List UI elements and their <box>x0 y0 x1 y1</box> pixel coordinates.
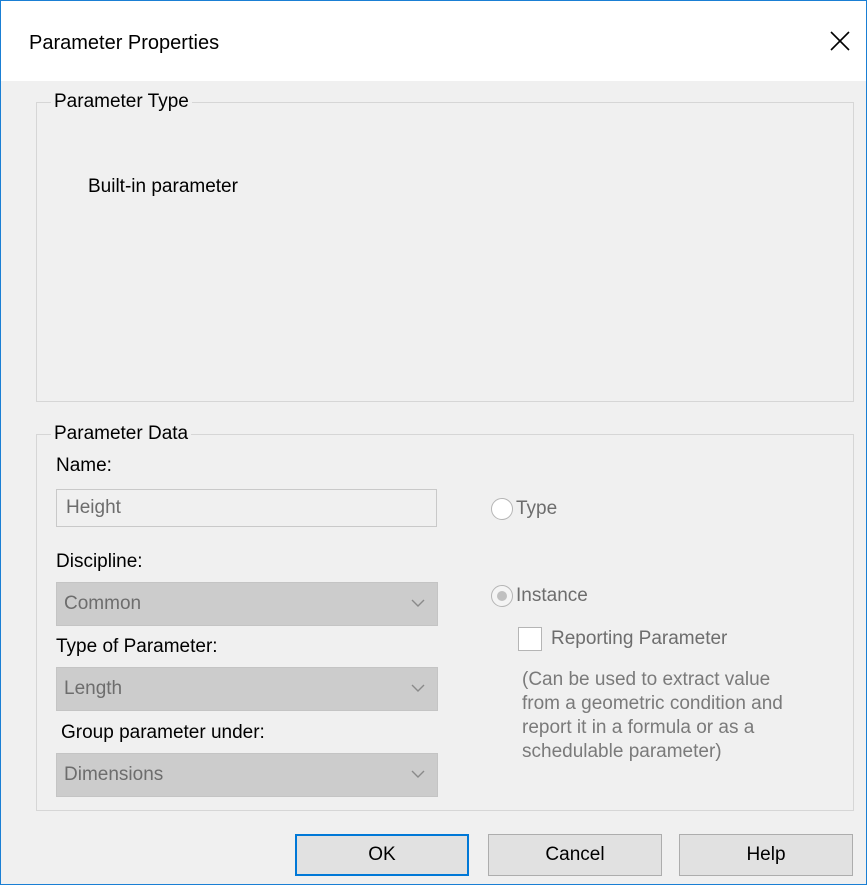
instance-radio-label: Instance <box>516 585 588 606</box>
type-radio[interactable]: Type <box>491 498 557 520</box>
type-of-parameter-dropdown[interactable]: Length <box>56 667 438 711</box>
discipline-label: Discipline: <box>56 551 143 572</box>
title-bar: Parameter Properties <box>1 1 866 81</box>
note-line: from a geometric condition and <box>522 693 783 714</box>
reporting-parameter-checkbox[interactable]: Reporting Parameter <box>518 627 727 651</box>
name-label: Name: <box>56 455 112 476</box>
discipline-value: Common <box>64 593 142 614</box>
note-line: (Can be used to extract value <box>522 669 771 690</box>
name-field[interactable]: Height <box>56 489 437 527</box>
discipline-dropdown[interactable]: Common <box>56 582 438 626</box>
chevron-down-icon <box>411 684 425 692</box>
note-line: schedulable parameter) <box>522 741 722 762</box>
dialog-title: Parameter Properties <box>29 32 220 54</box>
chevron-down-icon <box>411 770 425 778</box>
instance-radio[interactable]: Instance <box>491 585 588 607</box>
type-radio-circle[interactable] <box>491 498 513 520</box>
note-line: report it in a formula or as a <box>522 717 755 738</box>
cancel-button[interactable]: Cancel <box>488 834 662 876</box>
reporting-checkbox-box[interactable] <box>518 627 542 651</box>
parameter-type-group: Parameter Type <box>36 91 854 402</box>
ok-button[interactable]: OK <box>295 834 469 876</box>
group-parameter-label: Group parameter under: <box>61 722 265 743</box>
type-radio-label: Type <box>516 498 558 519</box>
chevron-down-icon <box>411 599 425 607</box>
reporting-parameter-note: (Can be used to extract value from a geo… <box>522 668 842 764</box>
close-button[interactable] <box>812 19 866 63</box>
builtin-parameter-label: Built-in parameter <box>88 176 238 197</box>
type-of-parameter-value: Length <box>64 678 123 699</box>
group-parameter-value: Dimensions <box>64 764 164 785</box>
instance-radio-circle[interactable] <box>491 585 513 607</box>
parameter-properties-dialog: Parameter Properties Parameter Type Buil… <box>0 0 867 885</box>
type-of-parameter-label: Type of Parameter: <box>56 636 218 657</box>
group-parameter-dropdown[interactable]: Dimensions <box>56 753 438 797</box>
parameter-data-legend: Parameter Data <box>51 423 192 445</box>
help-button[interactable]: Help <box>679 834 853 876</box>
close-icon <box>830 31 850 51</box>
parameter-type-legend: Parameter Type <box>51 91 192 113</box>
reporting-parameter-label: Reporting Parameter <box>551 628 728 649</box>
